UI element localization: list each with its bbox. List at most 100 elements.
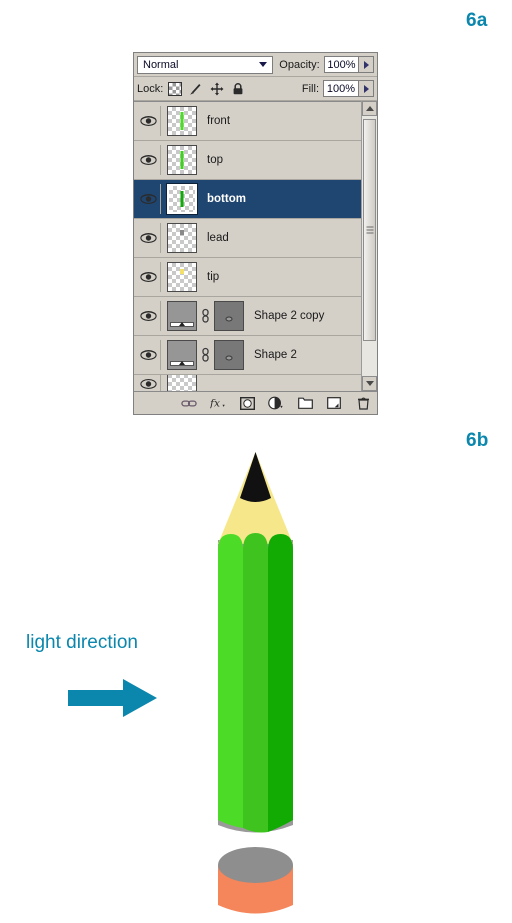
eye-visibility-icon: [139, 194, 157, 204]
eye-visibility-icon: [139, 233, 157, 243]
thumbnail-content: [180, 269, 184, 274]
layer-mask-thumbnail[interactable]: [214, 340, 244, 370]
layer-name: Shape 2 copy: [254, 310, 325, 322]
lock-image-pixels-brush-icon[interactable]: [189, 82, 203, 96]
layer-row-top[interactable]: top: [134, 141, 377, 180]
figure-label-6a: 6a: [466, 10, 488, 31]
svg-text:fx: fx: [210, 397, 220, 410]
chevron-down-icon: [259, 62, 268, 67]
layers-list[interactable]: front top bottom lead tip Shape 2 copy S…: [134, 101, 377, 392]
blend-mode-select[interactable]: Normal: [137, 55, 274, 74]
photoshop-layers-panel: Normal Opacity: 100% Lock: Fill: 100% fr…: [133, 52, 378, 415]
layer-thumbnail[interactable]: [167, 340, 197, 370]
new-adjustment-layer-icon[interactable]: [268, 395, 284, 411]
opacity-value: 100%: [327, 58, 356, 71]
layer-thumbnail[interactable]: [167, 262, 197, 292]
layer-thumbnail[interactable]: [167, 301, 197, 331]
opacity-input[interactable]: 100%: [323, 56, 360, 73]
chevron-right-icon: [363, 84, 369, 93]
layer-visibility-toggle[interactable]: [136, 106, 161, 136]
eye-visibility-icon: [139, 272, 157, 282]
blend-mode-row: Normal Opacity: 100%: [134, 53, 377, 77]
mask-shape: [225, 355, 233, 361]
fill-input[interactable]: 100%: [323, 80, 359, 97]
light-direction-label: light direction: [26, 632, 138, 653]
thumbnail-content: [180, 230, 184, 235]
triangle-down-icon: [365, 381, 374, 386]
layer-row-front[interactable]: front: [134, 102, 377, 141]
eye-visibility-icon: [139, 311, 157, 321]
eye-visibility-icon: [139, 116, 157, 126]
layer-visibility-toggle[interactable]: [136, 375, 161, 392]
layers-scrollbar[interactable]: [361, 101, 377, 391]
figure-label-6b: 6b: [466, 430, 489, 451]
right-arrow-icon: [68, 679, 157, 717]
add-layer-mask-icon[interactable]: [239, 395, 255, 411]
pencil-illustration: [218, 452, 293, 914]
pencil-barrel-middle-facet: [243, 533, 268, 833]
scroll-up-button[interactable]: [362, 101, 377, 116]
layer-mask-thumbnail[interactable]: [214, 301, 244, 331]
link-chain-icon[interactable]: [200, 308, 211, 324]
lock-label: Lock:: [137, 82, 164, 95]
scrollbar-thumb[interactable]: [363, 119, 376, 341]
layers-panel-toolbar: fx: [134, 391, 377, 414]
opacity-stepper-button[interactable]: [359, 56, 374, 73]
thumbnail-content: [180, 191, 184, 207]
layer-thumbnail[interactable]: [167, 106, 197, 136]
layer-thumbnail[interactable]: [167, 145, 197, 175]
layer-visibility-toggle[interactable]: [136, 184, 161, 214]
fill-stepper-button[interactable]: [359, 80, 374, 97]
layer-row-shape-2[interactable]: Shape 2: [134, 336, 377, 375]
layer-visibility-toggle[interactable]: [136, 223, 161, 253]
triangle-up-icon: [365, 106, 374, 111]
scrollbar-grip: [366, 226, 373, 234]
opacity-label: Opacity:: [279, 58, 320, 71]
layer-name: Shape 2: [254, 349, 297, 361]
scroll-down-button[interactable]: [362, 376, 377, 391]
pencil-barrel-right-facet: [268, 534, 293, 832]
thumbnail-gradient-marker: [179, 361, 185, 365]
layer-thumbnail[interactable]: [167, 375, 197, 392]
lock-position-move-icon[interactable]: [210, 82, 224, 96]
lock-row: Lock: Fill: 100%: [134, 77, 377, 101]
link-layers-icon[interactable]: [181, 395, 197, 411]
layer-thumbnail[interactable]: [167, 223, 197, 253]
layer-visibility-toggle[interactable]: [136, 145, 161, 175]
layer-name: top: [207, 154, 223, 166]
blend-mode-value: Normal: [143, 58, 179, 71]
layer-name: bottom: [207, 193, 246, 205]
layer-row-partial[interactable]: [134, 375, 377, 392]
new-group-icon[interactable]: [297, 395, 313, 411]
layer-visibility-toggle[interactable]: [136, 301, 161, 331]
eye-visibility-icon: [139, 155, 157, 165]
eye-visibility-icon: [139, 378, 157, 389]
layer-visibility-toggle[interactable]: [136, 340, 161, 370]
layer-thumbnail[interactable]: [166, 183, 198, 215]
thumbnail-content: [180, 112, 184, 130]
eye-visibility-icon: [139, 350, 157, 360]
layer-visibility-toggle[interactable]: [136, 262, 161, 292]
lock-all-padlock-icon[interactable]: [231, 82, 245, 96]
mask-shape: [225, 316, 233, 322]
fill-label: Fill:: [301, 82, 319, 95]
new-layer-icon[interactable]: [326, 395, 342, 411]
lock-transparency-icon[interactable]: [168, 81, 183, 96]
eraser-top-ellipse: [218, 847, 293, 883]
layer-name: front: [207, 115, 231, 127]
layer-row-bottom[interactable]: bottom: [134, 180, 377, 219]
thumbnail-content: [180, 151, 184, 169]
layer-row-tip[interactable]: tip: [134, 258, 377, 297]
pencil-lead-tip: [240, 452, 271, 502]
chevron-right-icon: [363, 60, 369, 69]
layer-name: lead: [207, 232, 229, 244]
layer-row-shape-2-copy[interactable]: Shape 2 copy: [134, 297, 377, 336]
delete-layer-trash-icon[interactable]: [355, 395, 371, 411]
layer-style-fx-icon[interactable]: fx: [210, 395, 226, 411]
pencil-barrel-left-facet: [218, 534, 243, 828]
fill-value: 100%: [326, 82, 356, 95]
thumbnail-gradient-marker: [179, 322, 185, 326]
link-chain-icon[interactable]: [200, 347, 211, 363]
layer-row-lead[interactable]: lead: [134, 219, 377, 258]
layer-name: tip: [207, 271, 220, 283]
